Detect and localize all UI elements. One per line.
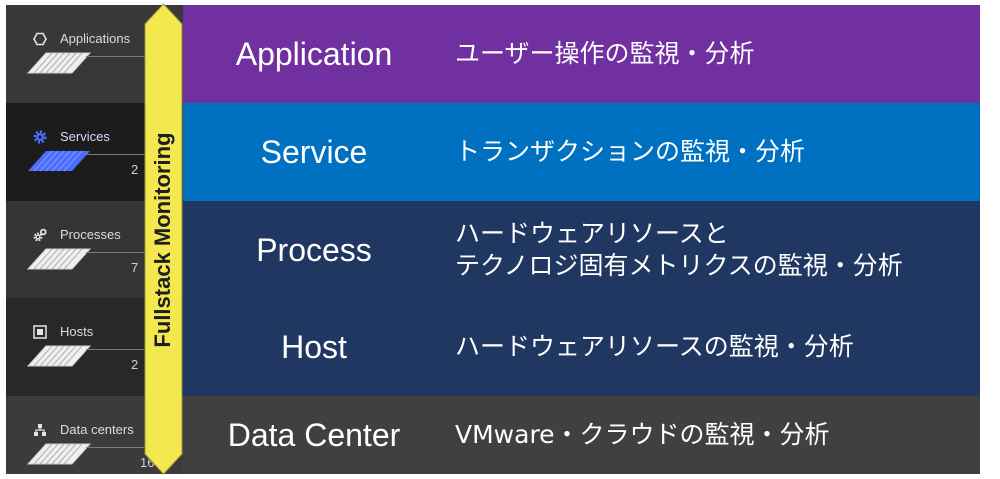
layer-description-line: トランザクションの監視・分析	[455, 137, 806, 166]
layer-name: Host	[281, 329, 347, 365]
gear-icon	[33, 130, 47, 144]
layer-description: トランザクションの監視・分析	[455, 136, 805, 168]
layer-host: Host ハードウェアリソースの監視・分析	[183, 298, 980, 396]
datacenter-icon	[33, 423, 47, 437]
layer-name: Service	[260, 134, 368, 170]
layer-application: Application ユーザー操作の監視・分析	[183, 5, 980, 103]
layer-parallelogram-icon	[26, 248, 92, 270]
layer-description: ユーザー操作の監視・分析	[455, 38, 755, 70]
sidebar-item-label: Hosts	[60, 324, 94, 339]
layer-data-center: Data Center VMware・クラウドの監視・分析	[183, 396, 980, 474]
layer-parallelogram-icon	[26, 345, 92, 367]
layer-name: Process	[256, 231, 372, 268]
layer-parallelogram-icon	[28, 150, 90, 172]
layer-parallelogram-icon	[26, 443, 92, 465]
layer-description-line: テクノロジ固有メトリクスの監視・分析	[455, 250, 903, 280]
sidebar-item-label: Applications	[60, 31, 131, 46]
layer-description-line: ハードウェアリソースと	[455, 218, 729, 248]
connector-line	[86, 349, 150, 350]
sidebar-item-label: Services	[60, 129, 110, 144]
sidebar-item-label: Processes	[60, 227, 121, 242]
hexagon-icon	[33, 32, 47, 46]
layer-name: Application	[235, 36, 393, 72]
connector-line	[86, 56, 150, 57]
processes-icon	[33, 228, 47, 242]
layer-description-line: ハードウェアリソースの監視・分析	[455, 332, 854, 361]
monitoring-layers: Application ユーザー操作の監視・分析 Service トランザクショ…	[183, 5, 980, 474]
entity-count: 2	[131, 162, 139, 177]
layer-parallelogram-icon	[26, 52, 92, 74]
sidebar-item-label: Data centers	[60, 422, 134, 437]
connector-line	[86, 447, 150, 448]
layer-description: ハードウェアリソースと テクノロジ固有メトリクスの監視・分析	[455, 218, 903, 282]
entity-count: 7	[131, 260, 139, 275]
connector-line	[86, 154, 150, 155]
connector-line	[86, 252, 150, 253]
host-icon	[33, 325, 47, 339]
layer-process: Process ハードウェアリソースと テクノロジ固有メトリクスの監視・分析	[183, 201, 980, 298]
layer-description-line: VMware・クラウドの監視・分析	[455, 420, 830, 449]
entity-count: 2	[131, 357, 139, 372]
layer-description: ハードウェアリソースの監視・分析	[455, 331, 854, 363]
layer-name: Data Center	[227, 417, 401, 453]
layer-description: VMware・クラウドの監視・分析	[455, 419, 830, 451]
layer-description-line: ユーザー操作の監視・分析	[455, 39, 755, 68]
layer-service: Service トランザクションの監視・分析	[183, 103, 980, 201]
fullstack-monitoring-label: Fullstack Monitoring	[150, 132, 175, 348]
